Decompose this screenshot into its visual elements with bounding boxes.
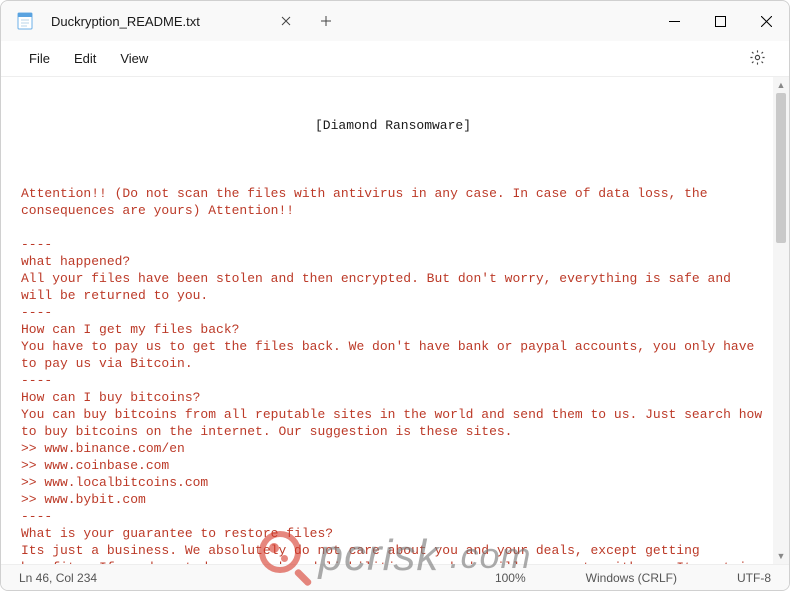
doc-line: You have to pay us to get the files back… [21, 338, 765, 372]
new-tab-button[interactable] [312, 7, 340, 35]
doc-line: How can I get my files back? [21, 321, 765, 338]
scroll-thumb[interactable] [776, 93, 786, 243]
status-encoding: UTF-8 [737, 571, 771, 585]
statusbar: Ln 46, Col 234 100% Windows (CRLF) UTF-8 [1, 564, 789, 590]
doc-line: what happened? [21, 253, 765, 270]
file-tab[interactable]: Duckryption_README.txt [47, 1, 212, 41]
titlebar: Duckryption_README.txt [1, 1, 789, 41]
doc-header: [Diamond Ransomware] [21, 117, 765, 134]
doc-line: >> www.localbitcoins.com [21, 474, 765, 491]
gear-icon [749, 49, 766, 69]
doc-line: ---- [21, 304, 765, 321]
notepad-window: Duckryption_README.txt File Edit View [0, 0, 790, 591]
doc-line: What is your guarantee to restore files? [21, 525, 765, 542]
settings-button[interactable] [741, 43, 773, 75]
doc-line: Its just a business. We absolutely do no… [21, 542, 765, 564]
doc-line: All your files have been stolen and then… [21, 270, 765, 304]
scroll-down-arrow[interactable]: ▼ [773, 548, 789, 564]
window-controls [651, 1, 789, 41]
close-button[interactable] [743, 1, 789, 41]
vertical-scrollbar[interactable]: ▲ ▼ [773, 77, 789, 564]
tab-title: Duckryption_README.txt [51, 14, 200, 29]
status-cursor-position: Ln 46, Col 234 [19, 571, 97, 585]
notepad-icon [17, 12, 33, 30]
doc-line: >> www.binance.com/en [21, 440, 765, 457]
doc-line: ---- [21, 508, 765, 525]
maximize-button[interactable] [697, 1, 743, 41]
doc-line: Attention!! (Do not scan the files with … [21, 185, 765, 219]
tab-close-button[interactable] [272, 7, 300, 35]
doc-line: >> www.bybit.com [21, 491, 765, 508]
minimize-button[interactable] [651, 1, 697, 41]
doc-line: You can buy bitcoins from all reputable … [21, 406, 765, 440]
doc-line: >> www.coinbase.com [21, 457, 765, 474]
menu-file[interactable]: File [17, 45, 62, 72]
menubar: File Edit View [1, 41, 789, 77]
doc-line [21, 219, 765, 236]
scroll-up-arrow[interactable]: ▲ [773, 77, 789, 93]
menu-edit[interactable]: Edit [62, 45, 108, 72]
editor-area: [Diamond Ransomware] Attention!! (Do not… [1, 77, 789, 564]
text-editor[interactable]: [Diamond Ransomware] Attention!! (Do not… [1, 77, 773, 564]
doc-line: ---- [21, 372, 765, 389]
status-line-ending: Windows (CRLF) [586, 571, 677, 585]
status-zoom: 100% [495, 571, 526, 585]
doc-line: ---- [21, 236, 765, 253]
doc-line: How can I buy bitcoins? [21, 389, 765, 406]
menu-view[interactable]: View [108, 45, 160, 72]
doc-line [21, 168, 765, 185]
